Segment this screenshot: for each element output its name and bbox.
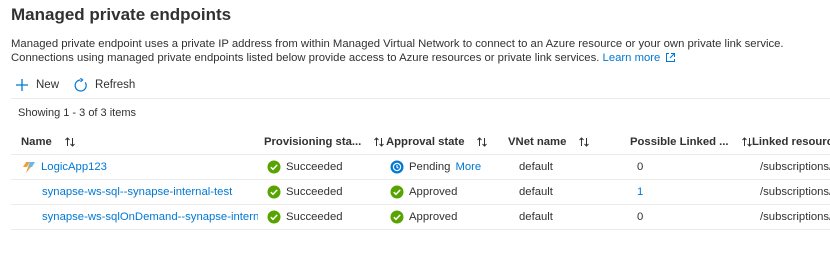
pending-icon — [390, 160, 404, 174]
cell-linked-resource: /subscriptions/c — [760, 186, 830, 198]
endpoint-name-link[interactable]: synapse-ws-sql--synapse-internal-test — [42, 186, 232, 198]
page-title: Managed private endpoints — [11, 5, 232, 24]
cell-name: LogicApp123 — [22, 155, 258, 179]
item-count: Showing 1 - 3 of 3 items — [18, 107, 137, 119]
check-circle-icon — [390, 210, 404, 224]
cell-linked-resource: /subscriptions/c — [760, 211, 830, 223]
cell-possible-linked[interactable]: 1 — [637, 180, 643, 204]
column-header-vnet[interactable]: VNet name — [508, 130, 590, 154]
column-header-provisioning[interactable]: Provisioning sta... — [264, 130, 385, 154]
learn-more-link[interactable]: Learn more — [603, 52, 677, 64]
check-circle-icon — [267, 160, 281, 174]
sort-icon[interactable] — [741, 136, 753, 148]
table-row[interactable]: synapse-ws-sql--synapse-internal-test Su… — [11, 180, 830, 205]
column-header-name[interactable]: Name — [21, 130, 76, 154]
cell-provisioning: Succeeded — [267, 180, 343, 204]
check-circle-icon — [267, 210, 281, 224]
sort-icon[interactable] — [64, 136, 76, 148]
cell-approval: Approved — [390, 205, 457, 229]
cell-vnet: default — [519, 161, 553, 173]
page-description: Managed private endpoint uses a private … — [11, 37, 823, 65]
toolbar: New Refresh — [15, 76, 135, 94]
logic-app-icon — [23, 162, 35, 173]
sort-icon[interactable] — [578, 136, 590, 148]
column-header-linked-resource[interactable]: Linked resource I — [752, 130, 830, 154]
cell-name: synapse-ws-sqlOnDemand--synapse-interna.… — [42, 205, 258, 229]
cell-linked-resource: /subscriptions/c — [760, 161, 830, 173]
learn-more-label: Learn more — [602, 52, 661, 64]
refresh-icon — [74, 77, 87, 92]
table-row[interactable]: synapse-ws-sqlOnDemand--synapse-interna.… — [11, 205, 830, 230]
endpoint-name-link[interactable]: LogicApp123 — [41, 161, 107, 173]
column-header-possible-linked[interactable]: Possible Linked ... — [630, 130, 753, 154]
cell-possible-linked: 0 — [637, 161, 644, 173]
approval-more-link[interactable]: More — [455, 161, 481, 173]
column-header-approval[interactable]: Approval state — [386, 130, 488, 154]
refresh-button[interactable]: Refresh — [73, 77, 136, 93]
external-link-icon — [666, 53, 676, 62]
check-circle-icon — [267, 185, 281, 199]
cell-name: synapse-ws-sql--synapse-internal-test — [42, 180, 258, 204]
new-button-label: New — [36, 79, 60, 91]
toolbar-divider — [11, 98, 830, 99]
refresh-button-label: Refresh — [95, 79, 136, 91]
check-circle-icon — [390, 185, 404, 199]
table-header-row: Name Provisioning sta... Approval state … — [11, 130, 830, 155]
cell-vnet: default — [519, 186, 553, 198]
sort-icon[interactable] — [373, 136, 385, 148]
cell-approval: Pending More — [390, 155, 481, 179]
endpoint-name-link[interactable]: synapse-ws-sqlOnDemand--synapse-interna.… — [42, 211, 258, 223]
plus-icon — [16, 79, 28, 91]
endpoints-table: Name Provisioning sta... Approval state … — [11, 130, 830, 230]
cell-possible-linked: 0 — [637, 211, 644, 223]
table-row[interactable]: LogicApp123 Succeeded Pending More defau… — [11, 155, 830, 180]
cell-provisioning: Succeeded — [267, 205, 343, 229]
cell-vnet: default — [519, 211, 553, 223]
cell-provisioning: Succeeded — [267, 155, 343, 179]
cell-approval: Approved — [390, 180, 457, 204]
new-button[interactable]: New — [15, 78, 59, 92]
sort-icon[interactable] — [476, 136, 488, 148]
